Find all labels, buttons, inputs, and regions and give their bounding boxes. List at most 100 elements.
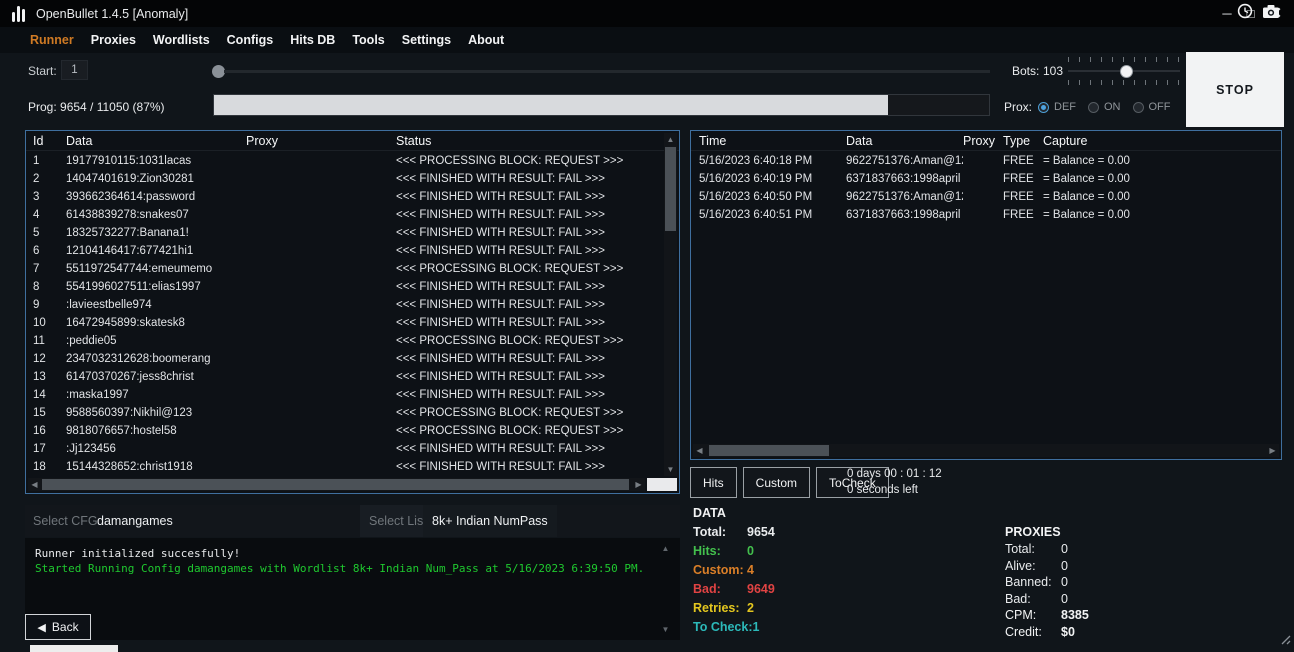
horizontal-scrollbar[interactable]: ◀ ▶ bbox=[693, 444, 1279, 457]
scroll-right-icon[interactable]: ▶ bbox=[1266, 444, 1279, 457]
scroll-left-icon[interactable]: ◀ bbox=[693, 444, 706, 457]
table-row[interactable]: 17 :Jj123456 <<< FINISHED WITH RESULT: F… bbox=[26, 440, 664, 458]
proxy-stats-title: PROXIES bbox=[1005, 524, 1089, 541]
menu-item[interactable]: Wordlists bbox=[153, 33, 210, 47]
table-row[interactable]: 5/16/2023 6:40:51 PM 6371837663:1998apri… bbox=[691, 206, 1279, 224]
scroll-right-icon[interactable]: ▶ bbox=[632, 478, 645, 491]
horizontal-scrollbar[interactable]: ◀ ▶ bbox=[28, 478, 645, 491]
column-header[interactable]: Proxy bbox=[963, 134, 1003, 148]
camera-icon[interactable] bbox=[1262, 4, 1280, 19]
table-row[interactable]: 1 19177910115:1031lacas <<< PROCESSING B… bbox=[26, 152, 664, 170]
cell-status: <<< PROCESSING BLOCK: REQUEST >>> bbox=[396, 407, 664, 419]
menu-item[interactable]: Hits DB bbox=[290, 33, 335, 47]
table-row[interactable]: 4 61438839278:snakes07 <<< FINISHED WITH… bbox=[26, 206, 664, 224]
hits-tab[interactable]: Custom bbox=[743, 467, 810, 498]
cell-data: 61470370267:jess8christ bbox=[66, 371, 246, 383]
cell-status: <<< FINISHED WITH RESULT: FAIL >>> bbox=[396, 353, 664, 365]
log-console[interactable]: Runner initialized succesfully! Started … bbox=[25, 538, 680, 640]
cell-id: 13 bbox=[33, 371, 66, 383]
stat-value: 0 bbox=[747, 542, 754, 561]
scroll-left-icon[interactable]: ◀ bbox=[28, 478, 41, 491]
cell-data: 6371837663:1998april bbox=[846, 209, 963, 221]
scroll-up-icon[interactable]: ▲ bbox=[659, 544, 672, 553]
vertical-scrollbar[interactable]: ▲ ▼ bbox=[664, 133, 677, 476]
proxy-mode-radio[interactable]: DEF bbox=[1038, 101, 1076, 113]
start-input[interactable] bbox=[61, 60, 88, 80]
selected-config: damangames bbox=[97, 505, 173, 537]
resize-grip-icon[interactable] bbox=[1280, 632, 1291, 650]
table-row[interactable]: 11 :peddie05 <<< PROCESSING BLOCK: REQUE… bbox=[26, 332, 664, 350]
hits-tab[interactable]: Hits bbox=[690, 467, 737, 498]
timer: 0 days 00 : 01 : 12 0 seconds left bbox=[847, 466, 942, 498]
table-row[interactable]: 5/16/2023 6:40:18 PM 9622751376:Aman@123… bbox=[691, 152, 1279, 170]
menu-item[interactable]: Tools bbox=[352, 33, 384, 47]
cell-data: :maska1997 bbox=[66, 389, 246, 401]
scrollbar-thumb[interactable] bbox=[709, 445, 829, 456]
app-window: OpenBullet 1.4.5 [Anomaly] ─ □ ✕ Runner … bbox=[0, 0, 1294, 652]
table-row[interactable]: 12 2347032312628:boomerang <<< FINISHED … bbox=[26, 350, 664, 368]
table-row[interactable]: 10 16472945899:skatesk8 <<< FINISHED WIT… bbox=[26, 314, 664, 332]
menu-item[interactable]: Runner bbox=[30, 33, 74, 47]
table-row[interactable]: 5/16/2023 6:40:19 PM 6371837663:1998apri… bbox=[691, 170, 1279, 188]
cell-id: 1 bbox=[33, 155, 66, 167]
stat-label: To Check: bbox=[693, 618, 753, 637]
table-row[interactable]: 15 9588560397:Nikhil@123 <<< PROCESSING … bbox=[26, 404, 664, 422]
table-row[interactable]: 3 393662364614:password <<< FINISHED WIT… bbox=[26, 188, 664, 206]
column-header[interactable]: Proxy bbox=[246, 134, 396, 148]
cell-id: 9 bbox=[33, 299, 66, 311]
table-row[interactable]: 16 9818076657:hostel58 <<< PROCESSING BL… bbox=[26, 422, 664, 440]
table-row[interactable]: 7 5511972547744:emeumemo <<< PROCESSING … bbox=[26, 260, 664, 278]
scroll-up-icon[interactable]: ▲ bbox=[664, 133, 677, 146]
proxy-mode-radio[interactable]: OFF bbox=[1133, 101, 1171, 113]
clock-icon[interactable] bbox=[1237, 3, 1253, 19]
menu-item[interactable]: About bbox=[468, 33, 504, 47]
proxy-mode-radio[interactable]: ON bbox=[1088, 101, 1121, 113]
scroll-down-icon[interactable]: ▼ bbox=[664, 463, 677, 476]
cell-data: 2347032312628:boomerang bbox=[66, 353, 246, 365]
scrollbar-thumb[interactable] bbox=[42, 479, 629, 490]
table-row[interactable]: 8 5541996027511:elias1997 <<< FINISHED W… bbox=[26, 278, 664, 296]
prox-label: Prox: bbox=[1004, 100, 1032, 114]
taskbar-fragment bbox=[30, 645, 118, 652]
table-row[interactable]: 5 18325732277:Banana1! <<< FINISHED WITH… bbox=[26, 224, 664, 242]
cell-id: 6 bbox=[33, 245, 66, 257]
column-header[interactable]: Type bbox=[1003, 134, 1043, 148]
bots-slider-thumb[interactable] bbox=[1120, 65, 1133, 78]
column-header[interactable]: Status bbox=[396, 134, 679, 148]
column-header[interactable]: Data bbox=[66, 134, 246, 148]
bots-value: 103 bbox=[1043, 64, 1063, 78]
column-header[interactable]: Capture bbox=[1043, 134, 1281, 148]
cell-data: 12104146417:677421hi1 bbox=[66, 245, 246, 257]
scrollbar-thumb[interactable] bbox=[665, 147, 676, 231]
table-row[interactable]: 6 12104146417:677421hi1 <<< FINISHED WIT… bbox=[26, 242, 664, 260]
cell-data: 9588560397:Nikhil@123 bbox=[66, 407, 246, 419]
cell-data: 9818076657:hostel58 bbox=[66, 425, 246, 437]
data-stats-list: Total: 9654 Hits: 0 Custom: 4 Bad: 9649 bbox=[693, 523, 775, 637]
column-header[interactable]: Id bbox=[33, 134, 66, 148]
column-header[interactable]: Time bbox=[699, 134, 846, 148]
log-line: Runner initialized succesfully! bbox=[35, 546, 670, 561]
table-row[interactable]: 18 15144328652:christ1918 <<< FINISHED W… bbox=[26, 458, 664, 476]
back-button[interactable]: ◀ Back bbox=[25, 614, 91, 640]
bots-slider[interactable] bbox=[1068, 57, 1180, 85]
proxy-stats-list: Total: 0 Alive: 0 Banned: 0 Bad: 0 bbox=[1005, 541, 1089, 640]
hits-panel: TimeDataProxyTypeCapture 5/16/2023 6:40:… bbox=[690, 130, 1282, 460]
minimize-icon[interactable]: ─ bbox=[1222, 0, 1231, 27]
cell-capture: = Balance = 0.00 bbox=[1043, 191, 1279, 203]
cell-id: 10 bbox=[33, 317, 66, 329]
start-slider-track[interactable] bbox=[224, 70, 990, 73]
cell-type: FREE bbox=[1003, 173, 1043, 185]
table-row[interactable]: 14 :maska1997 <<< FINISHED WITH RESULT: … bbox=[26, 386, 664, 404]
table-row[interactable]: 2 14047401619:Zion30281 <<< FINISHED WIT… bbox=[26, 170, 664, 188]
menu-item[interactable]: Settings bbox=[402, 33, 451, 47]
column-header[interactable]: Data bbox=[846, 134, 963, 148]
table-row[interactable]: 5/16/2023 6:40:50 PM 9622751376:Aman@123… bbox=[691, 188, 1279, 206]
select-cfg-button[interactable]: Select CFG bbox=[33, 505, 98, 537]
stop-button[interactable]: STOP bbox=[1186, 52, 1284, 127]
table-row[interactable]: 9 :lavieestbelle974 <<< FINISHED WITH RE… bbox=[26, 296, 664, 314]
scroll-down-icon[interactable]: ▼ bbox=[659, 625, 672, 634]
cell-status: <<< FINISHED WITH RESULT: FAIL >>> bbox=[396, 209, 664, 221]
table-row[interactable]: 13 61470370267:jess8christ <<< FINISHED … bbox=[26, 368, 664, 386]
menu-item[interactable]: Proxies bbox=[91, 33, 136, 47]
menu-item[interactable]: Configs bbox=[227, 33, 274, 47]
